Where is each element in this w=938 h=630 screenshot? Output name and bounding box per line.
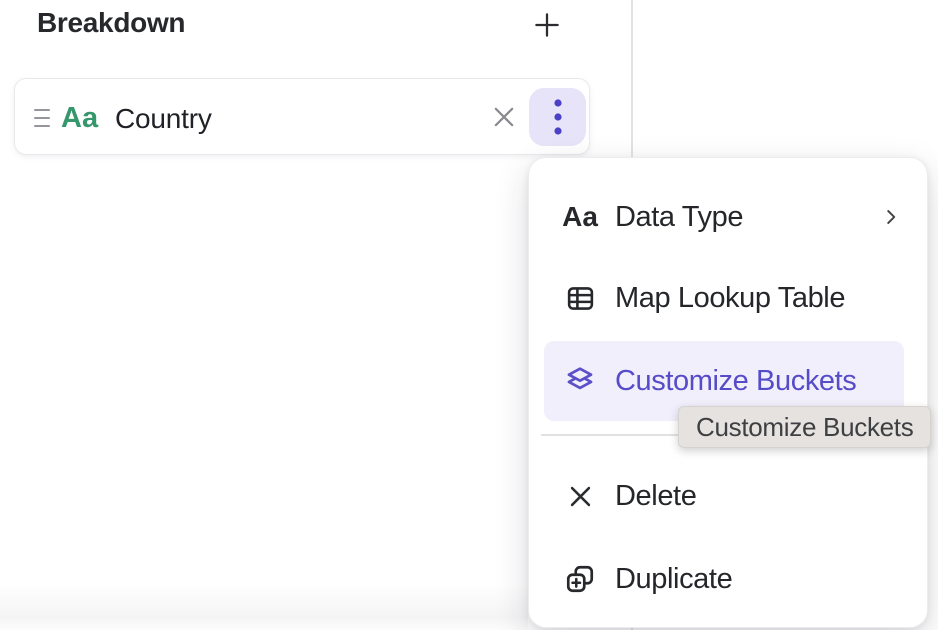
lookup-table-icon [561,279,599,317]
plus-icon [532,10,562,40]
panel-bottom-edge [0,584,528,630]
field-options-context-menu: Aa Data Type Map Lookup Table [528,157,928,628]
menu-item-label: Duplicate [615,563,732,596]
menu-item-map-lookup-table[interactable]: Map Lookup Table [544,258,914,338]
menu-item-label: Data Type [615,201,743,234]
duplicate-copy-icon [561,560,599,598]
field-more-options-button[interactable] [529,88,586,146]
menu-item-label: Map Lookup Table [615,282,845,315]
breakdown-panel: Breakdown Aa Country Aa Data Type [0,0,938,630]
customize-buckets-tooltip: Customize Buckets [678,406,931,448]
text-type-icon: Aa [562,201,598,233]
kebab-menu-icon [553,98,563,136]
menu-item-duplicate[interactable]: Duplicate [544,539,914,619]
delete-x-icon [561,477,599,515]
menu-item-label: Delete [615,480,696,513]
add-breakdown-button[interactable] [529,7,565,43]
data-type-icon: Aa [61,102,98,135]
menu-item-delete[interactable]: Delete [544,456,914,536]
field-name-label: Country [115,103,212,135]
close-icon [491,104,517,130]
breakdown-field-card[interactable]: Aa Country [14,78,590,155]
page-title: Breakdown [37,7,185,39]
chevron-right-icon [880,206,902,228]
remove-field-button[interactable] [479,92,529,142]
stacked-buckets-icon [561,362,599,400]
drag-handle-icon[interactable] [34,109,50,127]
menu-item-label: Customize Buckets [615,365,856,398]
menu-item-data-type[interactable]: Aa Data Type [544,177,914,257]
